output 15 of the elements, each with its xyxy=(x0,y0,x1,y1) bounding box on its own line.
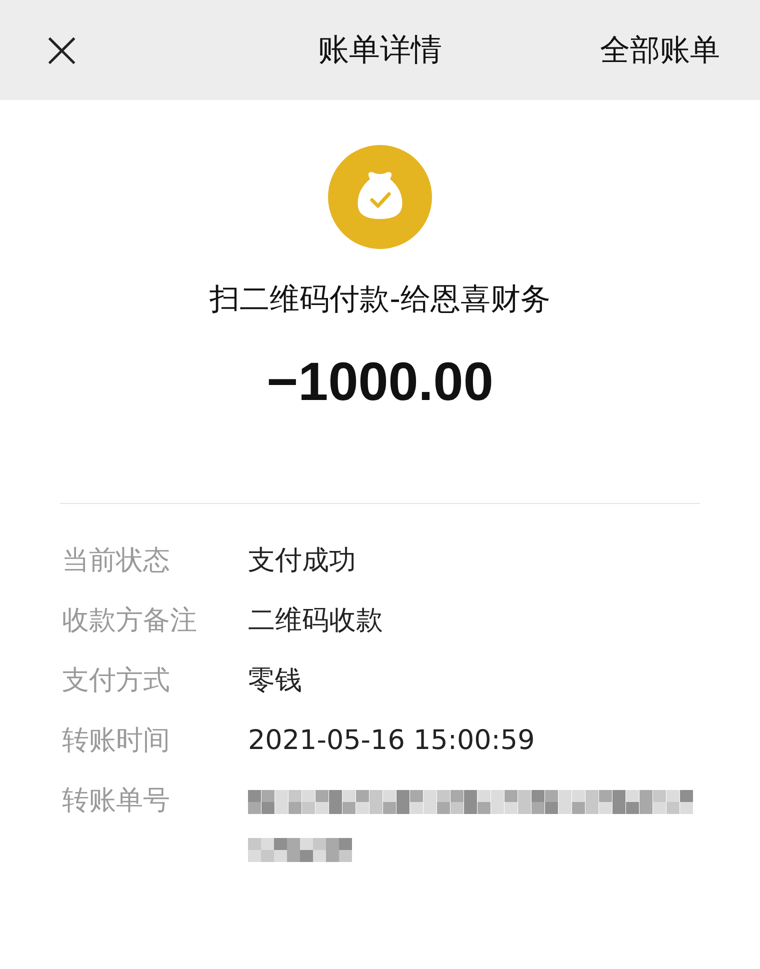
detail-label: 收款方备注 xyxy=(62,604,198,638)
close-button[interactable]: × xyxy=(40,24,80,76)
payment-amount: −1000.00 xyxy=(266,351,494,414)
detail-label: 当前状态 xyxy=(62,544,171,578)
detail-value: 支付成功 xyxy=(248,544,356,578)
detail-value: 零钱 xyxy=(248,664,302,698)
detail-value: 2021-05-16 15:00:59 xyxy=(248,724,535,758)
detail-label: 支付方式 xyxy=(62,664,171,698)
detail-label: 转账时间 xyxy=(62,724,171,758)
merchant-name: 扫二维码付款-给恩喜财务 xyxy=(210,281,550,319)
detail-value: 二维码收款 xyxy=(248,604,383,638)
page-title: 账单详情 xyxy=(318,30,442,70)
money-bag-icon xyxy=(328,145,432,249)
detail-label: 转账单号 xyxy=(62,784,171,818)
all-bills-link[interactable]: 全部账单 xyxy=(600,28,720,72)
